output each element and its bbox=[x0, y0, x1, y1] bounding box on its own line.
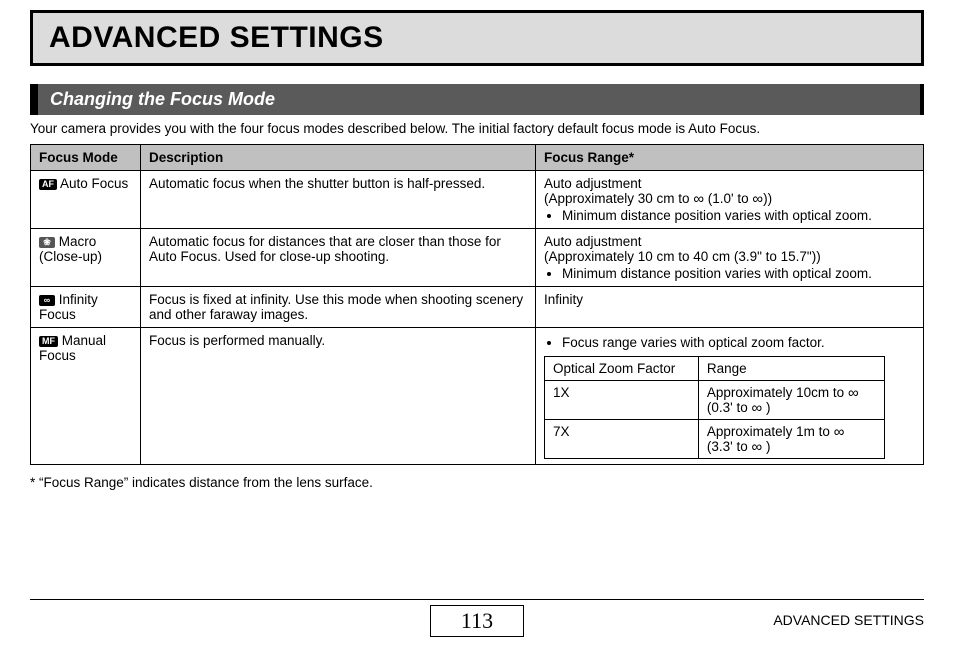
range-text: (Approximately 10 cm to 40 cm (3.9" to 1… bbox=[544, 249, 821, 264]
focus-mode-table: Focus Mode Description Focus Range* AF A… bbox=[30, 144, 924, 465]
inner-cell: Approximately 1m to ∞ (3.3' to ∞ ) bbox=[698, 420, 884, 459]
infinity-icon: ∞ bbox=[751, 399, 762, 416]
mode-desc: Automatic focus for distances that are c… bbox=[141, 229, 536, 287]
mode-range: Focus range varies with optical zoom fac… bbox=[536, 328, 924, 465]
infinity-icon: ∞ bbox=[848, 384, 859, 401]
range-text: ) bbox=[762, 400, 770, 415]
inner-cell: Approximately 10cm to ∞ (0.3' to ∞ ) bbox=[698, 381, 884, 420]
range-text: (0.3' to bbox=[707, 400, 752, 415]
table-row: ❀ Macro (Close-up) Automatic focus for d… bbox=[31, 229, 924, 287]
range-text: Auto adjustment bbox=[544, 176, 642, 191]
af-icon: AF bbox=[39, 179, 57, 190]
range-bullet: Minimum distance position varies with op… bbox=[562, 208, 915, 223]
inner-cell: 1X bbox=[545, 381, 699, 420]
infinity-icon: ∞ bbox=[693, 190, 704, 207]
range-text: (3.3' to bbox=[707, 439, 752, 454]
range-text: Approximately 10cm to bbox=[707, 385, 848, 400]
footer-label: ADVANCED SETTINGS bbox=[773, 612, 924, 628]
inner-h1: Optical Zoom Factor bbox=[545, 357, 699, 381]
intro-text: Your camera provides you with the four f… bbox=[30, 121, 924, 136]
page-number: 113 bbox=[430, 605, 524, 637]
range-text: )) bbox=[763, 191, 772, 206]
page-title: ADVANCED SETTINGS bbox=[49, 21, 905, 55]
mode-range: Auto adjustment (Approximately 10 cm to … bbox=[536, 229, 924, 287]
mf-icon: MF bbox=[39, 336, 58, 347]
inner-cell: 7X bbox=[545, 420, 699, 459]
th-focus-range: Focus Range* bbox=[536, 145, 924, 171]
infinity-icon: ∞ bbox=[834, 423, 845, 440]
page-footer: 113 ADVANCED SETTINGS bbox=[30, 599, 924, 638]
range-text: Approximately 1m to bbox=[707, 424, 834, 439]
page-title-box: ADVANCED SETTINGS bbox=[30, 10, 924, 66]
range-bullet: Minimum distance position varies with op… bbox=[562, 266, 915, 281]
mode-desc: Focus is performed manually. bbox=[141, 328, 536, 465]
mode-range: Infinity bbox=[536, 287, 924, 328]
table-row: AF Auto Focus Automatic focus when the s… bbox=[31, 171, 924, 229]
mode-range: Auto adjustment (Approximately 30 cm to … bbox=[536, 171, 924, 229]
macro-icon: ❀ bbox=[39, 237, 55, 248]
infinity-icon: ∞ bbox=[752, 190, 763, 207]
mode-label: Auto Focus bbox=[57, 176, 128, 191]
table-row: MF Manual Focus Focus is performed manua… bbox=[31, 328, 924, 465]
section-header: Changing the Focus Mode bbox=[30, 84, 924, 115]
zoom-range-table: Optical Zoom Factor Range 1X Approximate… bbox=[544, 356, 885, 459]
mode-desc: Focus is fixed at infinity. Use this mod… bbox=[141, 287, 536, 328]
range-text: Auto adjustment bbox=[544, 234, 642, 249]
infinity-icon: ∞ bbox=[751, 438, 762, 455]
inner-h2: Range bbox=[698, 357, 884, 381]
range-bullet: Focus range varies with optical zoom fac… bbox=[562, 335, 915, 350]
footnote: * “Focus Range” indicates distance from … bbox=[30, 475, 924, 490]
table-row: ∞ Infinity Focus Focus is fixed at infin… bbox=[31, 287, 924, 328]
range-text: (Approximately 30 cm to bbox=[544, 191, 693, 206]
th-focus-mode: Focus Mode bbox=[31, 145, 141, 171]
mode-desc: Automatic focus when the shutter button … bbox=[141, 171, 536, 229]
range-text: (1.0' to bbox=[704, 191, 752, 206]
range-text: ) bbox=[762, 439, 770, 454]
infinity-mode-icon: ∞ bbox=[39, 295, 55, 306]
th-description: Description bbox=[141, 145, 536, 171]
